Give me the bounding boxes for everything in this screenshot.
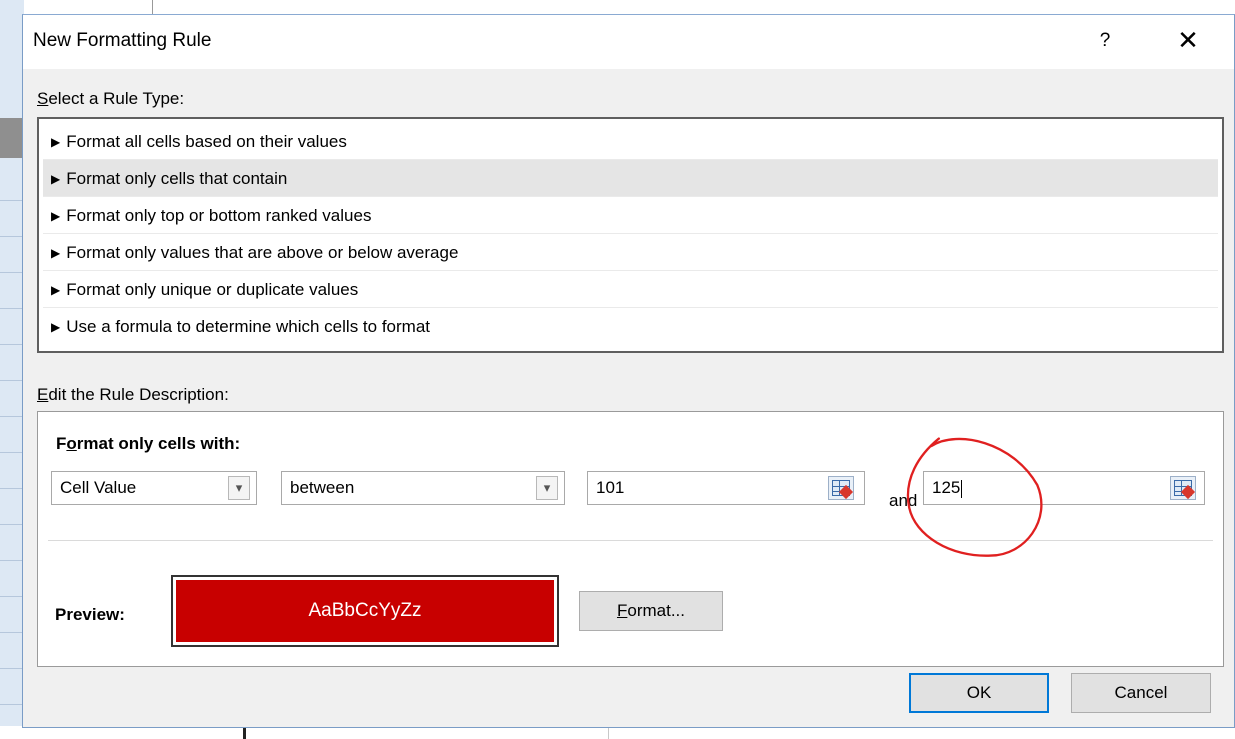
heading-part: rmat only cells with:	[76, 434, 241, 453]
rule-type-item-label: Format all cells based on their values	[66, 132, 347, 151]
rule-description-label: Edit the Rule Description:	[37, 385, 229, 405]
format-button[interactable]: Format...	[579, 591, 723, 631]
grid-line	[0, 308, 24, 309]
grid-line	[0, 560, 24, 561]
grid-line	[0, 200, 24, 201]
minimum-value-input[interactable]: 101	[587, 471, 865, 505]
expand-triangle-icon: ▶	[51, 209, 61, 223]
chevron-down-icon[interactable]: ▾	[536, 476, 558, 500]
minimum-value-text: 101	[596, 478, 625, 497]
condition-type-select[interactable]: Cell Value ▾	[51, 471, 257, 505]
column-divider	[152, 0, 153, 14]
expand-triangle-icon: ▶	[51, 172, 61, 186]
format-only-cells-heading: Format only cells with:	[56, 434, 240, 454]
cancel-button[interactable]: Cancel	[1071, 673, 1211, 713]
range-selector-icon[interactable]	[1170, 476, 1196, 500]
close-button[interactable]: ✕	[1167, 23, 1209, 57]
help-button[interactable]: ?	[1085, 25, 1125, 57]
rule-type-item-top-bottom[interactable]: ▶ Format only top or bottom ranked values	[43, 197, 1218, 234]
preview-label: Preview:	[55, 605, 125, 624]
grid-line	[0, 344, 24, 345]
grid-line	[0, 524, 24, 525]
rule-type-item-label: Format only unique or duplicate values	[66, 280, 359, 299]
red-circle-annotation	[906, 437, 1043, 557]
rule-description-label-accesskey: E	[37, 385, 49, 404]
grid-line	[0, 380, 24, 381]
rule-type-item-label: Use a formula to determine which cells t…	[66, 317, 430, 336]
grid-line	[0, 596, 24, 597]
heading-accesskey: o	[66, 434, 77, 453]
rule-type-item-cells-that-contain[interactable]: ▶ Format only cells that contain	[43, 160, 1218, 197]
heading-part: F	[56, 434, 67, 453]
new-formatting-rule-dialog: New Formatting Rule ? ✕ Select a Rule Ty…	[22, 14, 1235, 728]
spreadsheet-selected-row	[0, 118, 24, 158]
rule-description-label-text: dit the Rule Description:	[48, 385, 229, 404]
operator-value: between	[290, 478, 355, 497]
rule-type-list[interactable]: ▶ Format all cells based on their values …	[37, 117, 1224, 353]
rule-type-item-label: Format only cells that contain	[66, 169, 288, 188]
expand-triangle-icon: ▶	[51, 320, 61, 334]
operator-select[interactable]: between ▾	[281, 471, 565, 505]
grid-line	[0, 668, 24, 669]
grid-line	[0, 416, 24, 417]
expand-triangle-icon: ▶	[51, 246, 61, 260]
expand-triangle-icon: ▶	[51, 135, 61, 149]
dialog-titlebar[interactable]: New Formatting Rule ? ✕	[23, 15, 1234, 69]
grid-line	[0, 488, 24, 489]
rule-type-item-formula[interactable]: ▶ Use a formula to determine which cells …	[43, 308, 1218, 345]
rule-type-label-accesskey: S	[37, 89, 49, 108]
rule-type-label-text: elect a Rule Type:	[48, 89, 185, 108]
grid-line	[0, 704, 24, 705]
condition-type-value: Cell Value	[60, 478, 137, 497]
preview-sample-text: AaBbCcYyZz	[176, 580, 554, 642]
rule-type-item-unique-duplicate[interactable]: ▶ Format only unique or duplicate values	[43, 271, 1218, 308]
range-selector-icon[interactable]	[828, 476, 854, 500]
rule-type-item-label: Format only values that are above or bel…	[66, 243, 459, 262]
grid-line	[0, 452, 24, 453]
preview-sample: AaBbCcYyZz	[171, 575, 559, 647]
grid-line	[0, 272, 24, 273]
rule-type-item-above-below-average[interactable]: ▶ Format only values that are above or be…	[43, 234, 1218, 271]
expand-triangle-icon: ▶	[51, 283, 61, 297]
format-button-accesskey: F	[616, 601, 628, 620]
spreadsheet-row-strip	[0, 0, 24, 739]
grid-line	[0, 632, 24, 633]
grid-line	[0, 236, 24, 237]
chevron-down-icon[interactable]: ▾	[228, 476, 250, 500]
format-button-label: ormat...	[627, 601, 685, 620]
ok-button[interactable]: OK	[909, 673, 1049, 713]
rule-type-label: Select a Rule Type:	[37, 89, 184, 109]
rule-type-item-label: Format only top or bottom ranked values	[66, 206, 372, 225]
rule-type-item-all-cells[interactable]: ▶ Format all cells based on their values	[43, 123, 1218, 160]
dialog-title: New Formatting Rule	[33, 30, 212, 51]
